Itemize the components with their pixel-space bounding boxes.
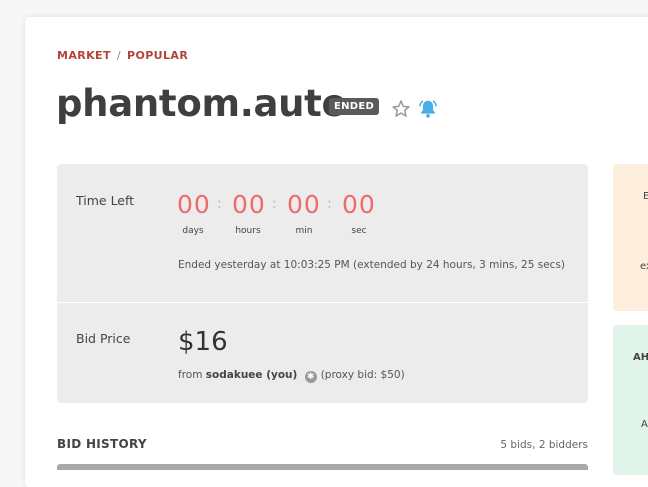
countdown-colon: : (272, 196, 277, 212)
countdown-secs: 00 (342, 190, 376, 219)
bid-from-prefix: from (178, 369, 203, 381)
countdown-colon: : (217, 196, 222, 212)
countdown-hours: 00 (232, 190, 266, 219)
auction-panel (57, 164, 588, 403)
bid-from-line: from sodakuee (you) ✱ (proxy bid: $50) (178, 369, 405, 383)
side-orange-bottom: ex (640, 261, 648, 272)
countdown-colon: : (327, 196, 332, 212)
countdown-mins: 00 (287, 190, 321, 219)
unit-secs: sec (351, 226, 367, 236)
bid-price-label: Bid Price (76, 331, 131, 346)
breadcrumb-market-link[interactable]: MARKET (57, 49, 111, 62)
bid-count: 5 bids, 2 bidders (500, 439, 588, 451)
side-green-top: AH (633, 352, 648, 363)
side-panel-green (613, 325, 648, 475)
status-badge: ENDED (329, 98, 380, 115)
page-title: phantom.auto (56, 82, 347, 125)
breadcrumb-separator: / (116, 49, 121, 62)
bell-icon[interactable] (417, 98, 439, 120)
side-orange-top: E (643, 191, 648, 202)
asterisk-circle-icon: ✱ (304, 371, 317, 383)
countdown-days: 00 (177, 190, 211, 219)
side-panel-orange (613, 164, 648, 311)
breadcrumb: MARKET / POPULAR (57, 49, 188, 62)
unit-mins: min (295, 226, 313, 236)
time-left-label: Time Left (76, 193, 135, 208)
bid-history-table-header (57, 464, 588, 470)
star-icon[interactable] (391, 99, 411, 119)
proxy-bid-text: (proxy bid: $50) (320, 369, 405, 381)
panel-divider (57, 302, 588, 303)
side-green-bottom: A (641, 419, 648, 430)
unit-days: days (182, 226, 204, 236)
breadcrumb-popular-link[interactable]: POPULAR (127, 49, 188, 62)
bidder-name[interactable]: sodakuee (you) (206, 369, 298, 381)
bid-history-title: BID HISTORY (57, 437, 147, 451)
bid-price-value: $16 (178, 327, 228, 357)
ended-note: Ended yesterday at 10:03:25 PM (extended… (178, 259, 566, 271)
unit-hours: hours (235, 226, 261, 236)
